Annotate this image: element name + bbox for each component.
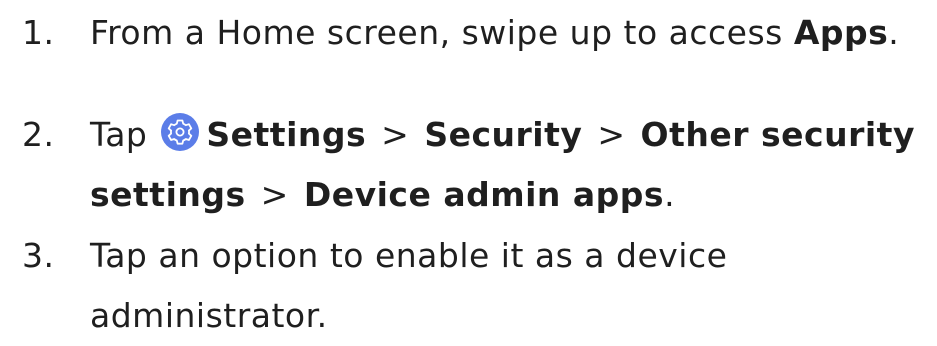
security-label: Security [424,115,583,154]
step-number: 2. [22,115,55,154]
breadcrumb-separator: > [597,115,626,154]
step-1-text: From a Home screen, swipe up to access [90,13,794,52]
tap-word: Tap [90,115,148,154]
step-3-line-2: administrator. [90,296,328,335]
step-number: 1. [22,13,55,52]
step-text: Tap Settings > Security > Other security… [90,105,930,225]
step-3-line-1: Tap an option to enable it as a device [90,236,728,275]
breadcrumb-separator: > [381,115,410,154]
step-number: 3. [22,236,55,275]
device-admin-apps-label: Device admin apps [303,175,665,214]
apps-label: Apps [793,13,889,52]
settings-word-label: settings [90,175,246,214]
instruction-steps: 1. From a Home screen, swipe up to acces… [0,0,937,335]
other-security-label: Other security [640,115,915,154]
step-text: From a Home screen, swipe up to access A… [90,13,900,52]
settings-label: Settings [206,115,367,154]
breadcrumb-separator: > [260,175,289,214]
settings-gear-icon [161,113,200,151]
step-text: Tap an option to enable it as a device a… [90,226,930,346]
